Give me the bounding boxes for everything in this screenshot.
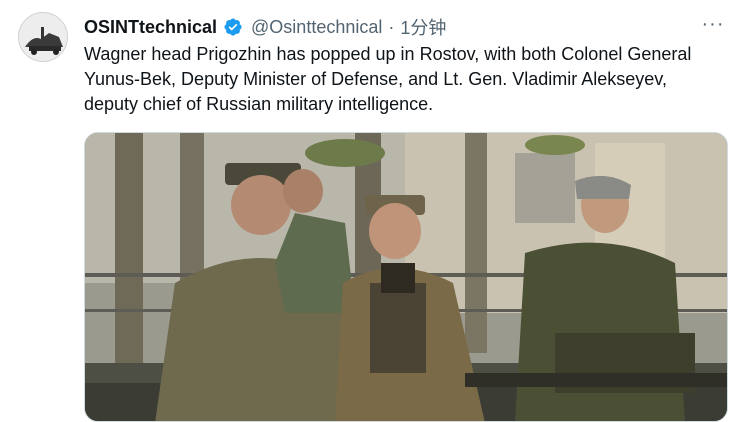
- tweet-header: OSINTtechnical @Osinttechnical · 1分钟: [84, 14, 446, 40]
- media-photo: [85, 133, 727, 421]
- verified-badge-icon: [224, 18, 242, 36]
- separator-dot: ·: [388, 16, 395, 37]
- tweet-text: Wagner head Prigozhin has popped up in R…: [84, 44, 692, 114]
- more-horizontal-icon[interactable]: ···: [698, 12, 728, 36]
- avatar-image: [19, 13, 67, 61]
- tweet-timestamp[interactable]: 1分钟: [400, 14, 446, 40]
- author-handle[interactable]: @Osinttechnical: [251, 17, 382, 38]
- tweet-media-image[interactable]: [84, 132, 728, 422]
- avatar[interactable]: [18, 12, 68, 62]
- author-name[interactable]: OSINTtechnical: [84, 17, 217, 38]
- tweet[interactable]: OSINTtechnical @Osinttechnical · 1分钟 ···…: [0, 0, 748, 422]
